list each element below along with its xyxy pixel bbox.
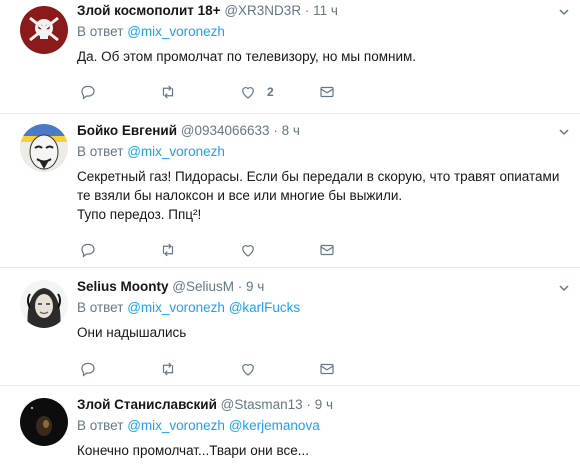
like-button[interactable] (239, 241, 267, 259)
retweet-icon (162, 362, 174, 376)
reply-context: В ответ @mix_voronezh (77, 143, 560, 161)
retweet-button[interactable] (159, 83, 177, 101)
chevron-down-icon[interactable] (558, 126, 570, 138)
timestamp[interactable]: 9 ч (315, 397, 333, 412)
tweet-text-line: Секретный газ! Пидорасы. Если бы передал… (77, 169, 560, 184)
fullname[interactable]: Бойко Евгений (77, 123, 177, 138)
like-count: 2 (267, 85, 274, 99)
tweet-text-line: Они надышались (77, 325, 187, 340)
reply-context: В ответ @mix_voronezh @kerjemanova (77, 417, 560, 435)
timestamp[interactable]: 9 ч (246, 279, 264, 294)
tweet-text: Конечно промолчат...Твари они все... (77, 441, 560, 460)
reply-mention[interactable]: @mix_voronezh (127, 418, 225, 433)
reply-icon (81, 85, 95, 100)
message-button[interactable] (318, 360, 336, 378)
envelope-icon (320, 363, 334, 375)
tweet: Selius Moonty @SeliusM · 9 ч В ответ @mi… (0, 268, 580, 386)
fullname[interactable]: Злой Станиславский (77, 397, 217, 412)
tweet-header: Бойко Евгений @0934066633 · 8 ч (77, 122, 560, 140)
reply-button[interactable] (79, 241, 97, 259)
tweet-text-line: Тупо передоз. Ппц²! (77, 207, 202, 222)
reply-mention[interactable]: @kerjemanova (229, 418, 320, 433)
reply-mention[interactable]: @mix_voronezh (127, 300, 225, 315)
reply-prefix: В ответ (77, 418, 124, 433)
separator-dot: · (304, 3, 310, 18)
message-button[interactable] (318, 241, 336, 259)
reply-prefix: В ответ (77, 144, 124, 159)
tweet: Злой Станиславский @Stasman13 · 9 ч В от… (0, 386, 580, 465)
retweet-button[interactable] (159, 241, 177, 259)
heart-icon (242, 87, 254, 99)
chevron-down-icon[interactable] (558, 6, 570, 18)
tweet-header: Злой космополит 18+ @XR3ND3R · 11 ч (77, 2, 560, 20)
retweet-icon (162, 85, 174, 99)
avatar[interactable] (20, 398, 68, 446)
like-button[interactable]: 2 (239, 83, 274, 101)
username[interactable]: @0934066633 (181, 123, 270, 138)
tweet-text-line: Конечно промолчат...Твари они все... (77, 443, 309, 458)
username[interactable]: @XR3ND3R (224, 3, 301, 18)
timestamp[interactable]: 8 ч (282, 123, 300, 138)
reply-prefix: В ответ (77, 300, 124, 315)
tweet-text-line: Да. Об этом промолчат по телевизору, но … (77, 49, 417, 64)
separator-dot: · (237, 279, 243, 294)
reply-button[interactable] (79, 83, 97, 101)
tweet-header: Злой Станиславский @Stasman13 · 9 ч (77, 396, 560, 414)
reply-mention[interactable]: @mix_voronezh (127, 144, 225, 159)
tweet-text: Они надышались (77, 323, 560, 342)
reply-mention[interactable]: @mix_voronezh (127, 24, 225, 39)
avatar[interactable] (20, 124, 68, 172)
envelope-icon (320, 86, 334, 98)
envelope-icon (320, 244, 334, 256)
fullname[interactable]: Злой космополит 18+ (77, 3, 221, 18)
reply-context: В ответ @mix_voronezh (77, 23, 560, 41)
heart-icon (242, 364, 254, 376)
avatar[interactable] (20, 6, 68, 54)
tweet-text-line: те взяли бы налоксон и все или многие бы… (77, 188, 403, 203)
reply-mention[interactable]: @karlFucks (229, 300, 300, 315)
tweet: Злой космополит 18+ @XR3ND3R · 11 ч В от… (0, 0, 580, 114)
reply-button[interactable] (79, 360, 97, 378)
tweet-actions: 2 (77, 82, 557, 102)
username[interactable]: @Stasman13 (221, 397, 303, 412)
reply-icon (81, 243, 95, 258)
fullname[interactable]: Selius Moonty (77, 279, 169, 294)
tweet: Бойко Евгений @0934066633 · 8 ч В ответ … (0, 114, 580, 268)
tweet-header: Selius Moonty @SeliusM · 9 ч (77, 278, 560, 296)
separator-dot: · (306, 397, 311, 412)
timestamp[interactable]: 11 ч (313, 3, 338, 18)
avatar[interactable] (20, 280, 68, 328)
message-button[interactable] (318, 83, 336, 101)
tweet-text: Да. Об этом промолчат по телевизору, но … (77, 47, 560, 66)
heart-icon (242, 245, 254, 257)
reply-context: В ответ @mix_voronezh @karlFucks (77, 299, 560, 317)
chevron-down-icon[interactable] (558, 282, 570, 294)
username[interactable]: @SeliusM (172, 279, 234, 294)
tweet-actions (77, 359, 557, 379)
separator-dot: · (273, 123, 278, 138)
like-button[interactable] (239, 360, 267, 378)
reply-prefix: В ответ (77, 24, 124, 39)
tweet-actions (77, 240, 557, 260)
retweet-icon (162, 243, 174, 257)
retweet-button[interactable] (159, 360, 177, 378)
tweet-text: Секретный газ! Пидорасы. Если бы передал… (77, 167, 560, 224)
reply-icon (81, 362, 95, 377)
